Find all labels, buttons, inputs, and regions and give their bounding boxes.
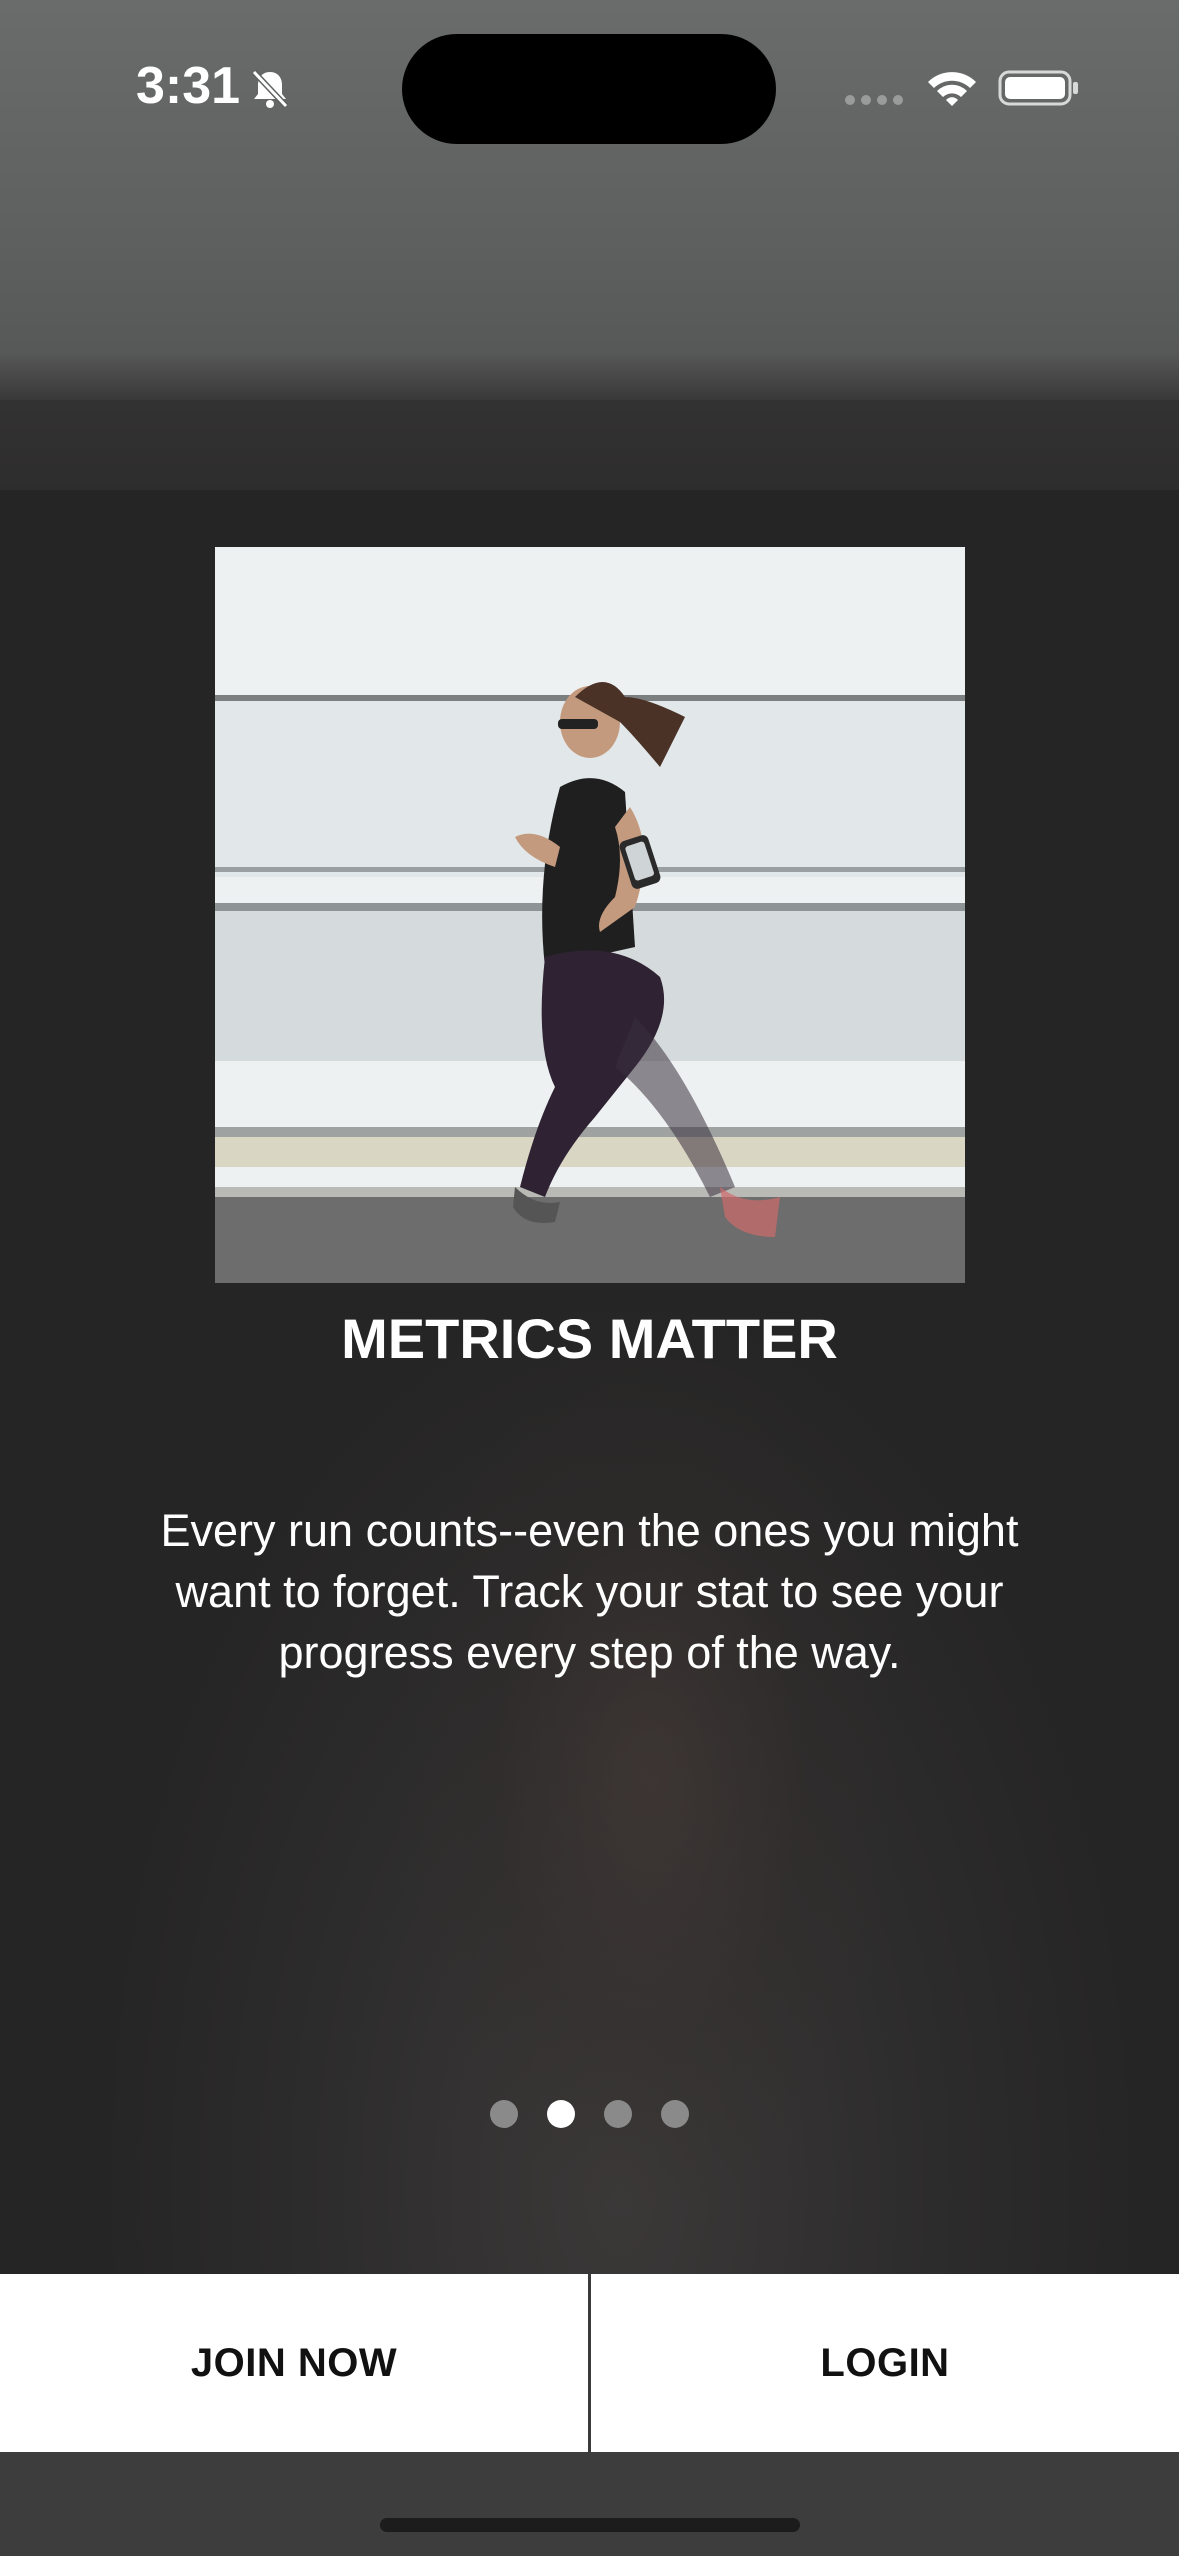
join-now-button[interactable]: JOIN NOW xyxy=(0,2274,588,2452)
page-dot-2-active[interactable] xyxy=(547,2100,575,2128)
onboarding-description: Every run counts--even the ones you migh… xyxy=(160,1505,1019,1678)
wifi-icon xyxy=(928,72,976,106)
status-time: 3:31 xyxy=(136,57,241,115)
dynamic-island xyxy=(402,34,776,144)
bell-slash-icon xyxy=(251,69,289,109)
onboarding-title: METRICS MATTER xyxy=(341,1307,838,1370)
background-photo-bottom xyxy=(0,2452,1179,2556)
battery-icon xyxy=(998,70,1078,106)
background-photo-band xyxy=(0,400,1179,490)
home-indicator[interactable] xyxy=(380,2518,800,2532)
onboarding-screen: 3:31 METRICS MATTER Every run counts--ev… xyxy=(0,0,1179,2556)
page-indicator[interactable] xyxy=(0,2100,1179,2130)
page-dot-1[interactable] xyxy=(490,2100,518,2128)
page-dot-3[interactable] xyxy=(604,2100,632,2128)
background-runner-figure xyxy=(380,1360,920,2280)
cellular-signal-icon xyxy=(845,95,903,105)
hero-image-runner xyxy=(215,547,965,1283)
page-dot-4[interactable] xyxy=(661,2100,689,2128)
login-button[interactable]: LOGIN xyxy=(591,2274,1179,2452)
